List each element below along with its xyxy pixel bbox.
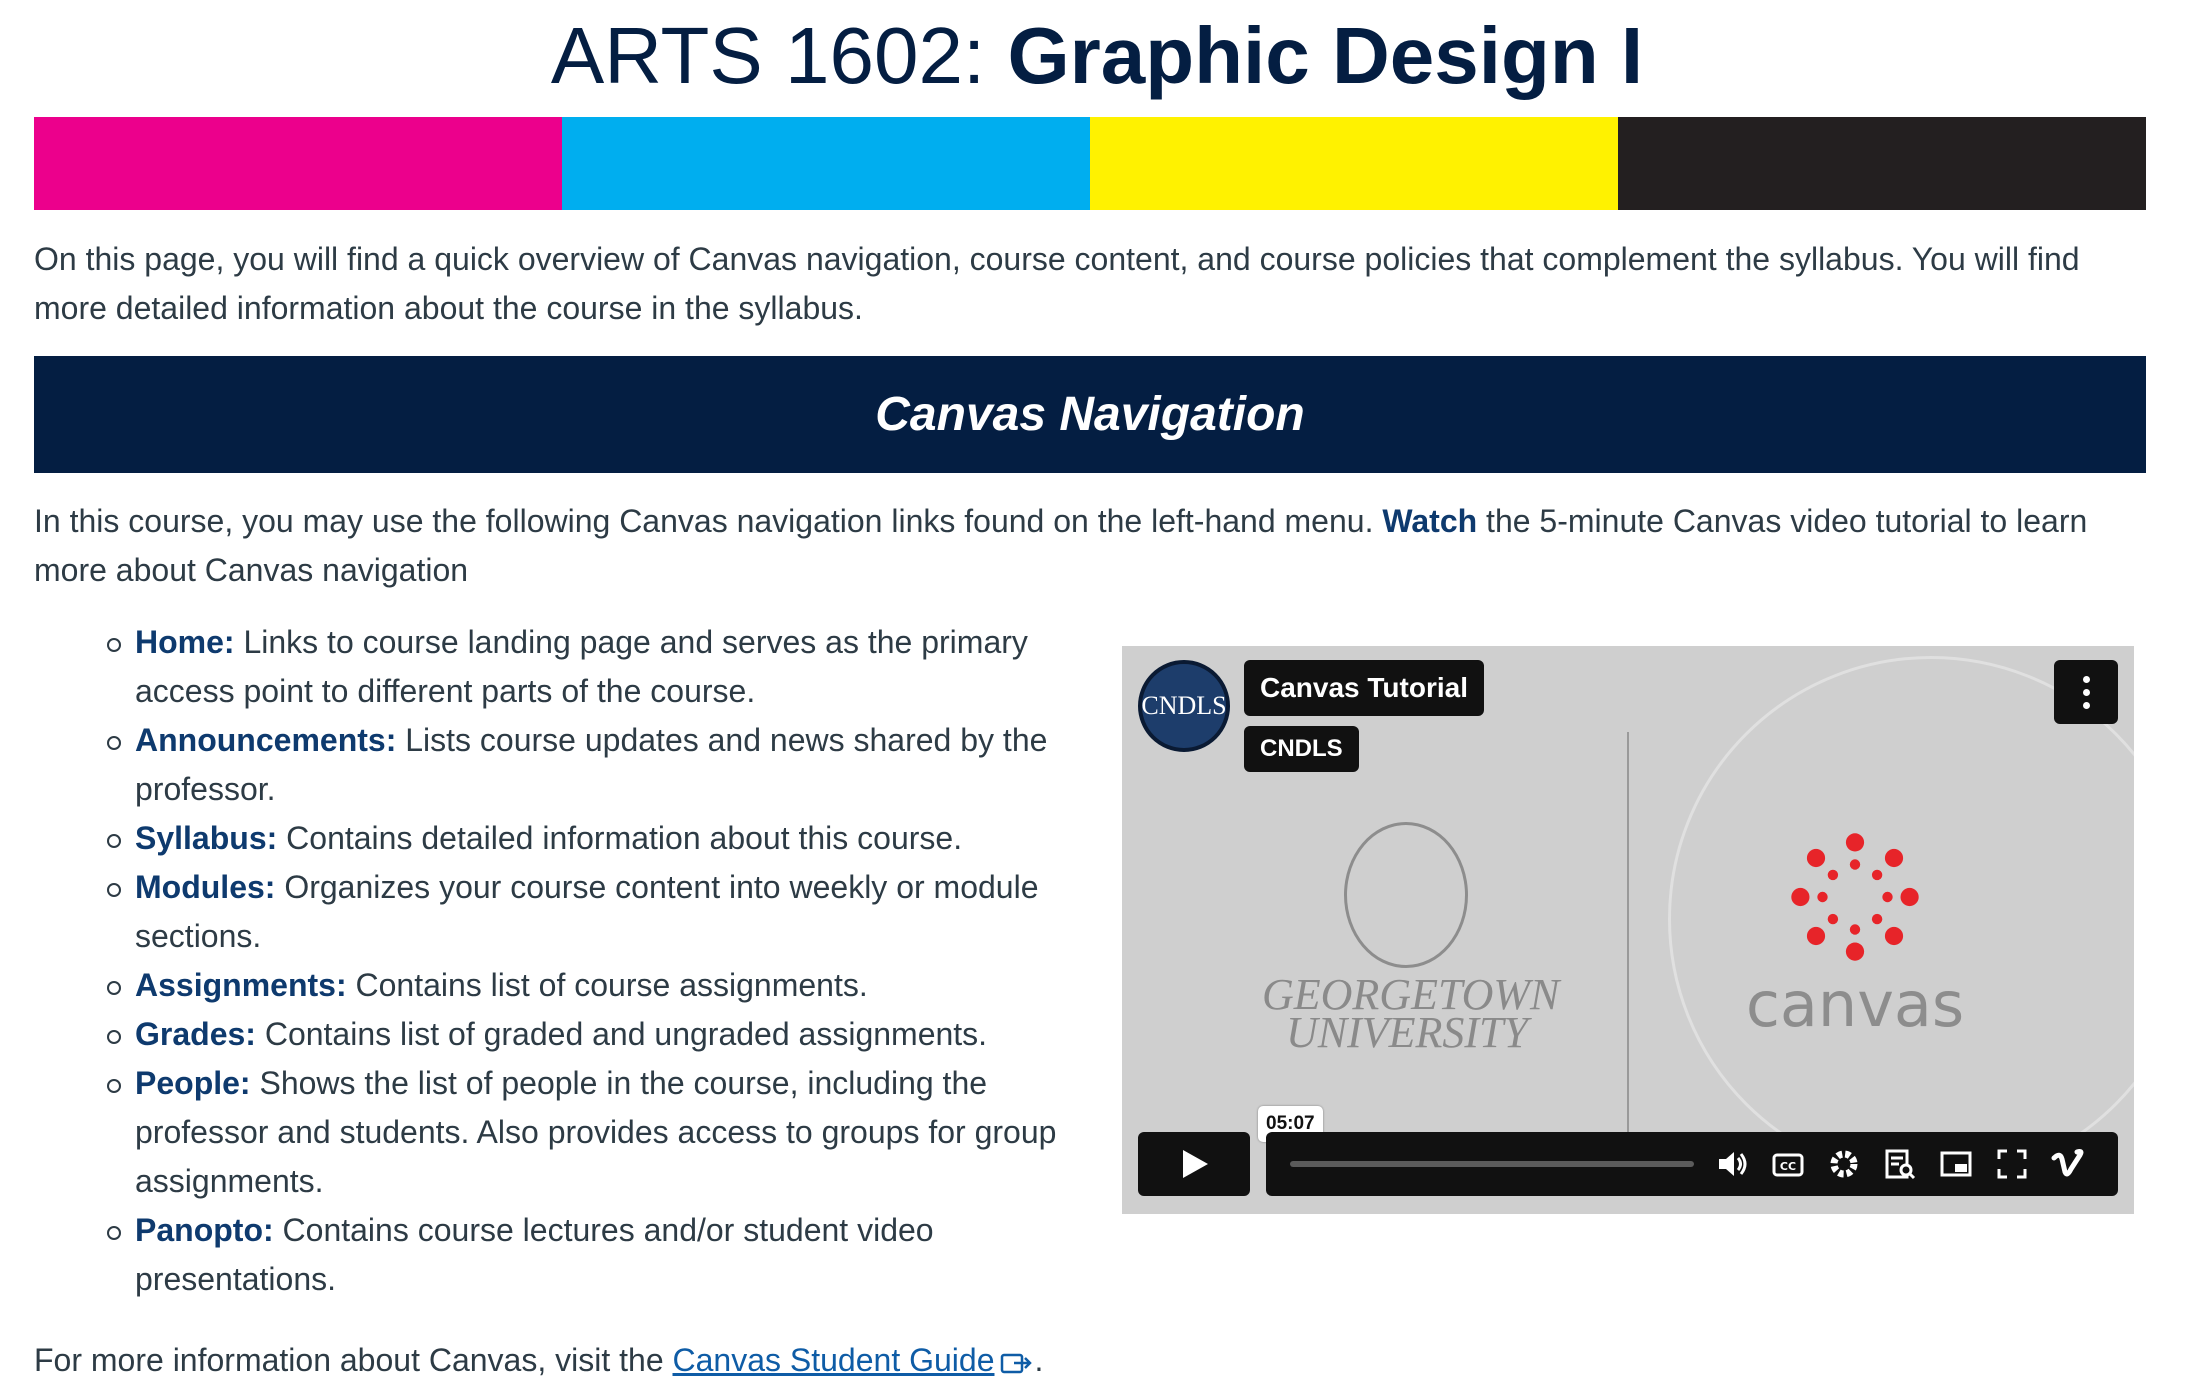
list-item: Home: Links to course landing page and s… [107, 618, 1075, 716]
canvas-student-guide-link[interactable]: Canvas Student Guide [673, 1342, 995, 1378]
color-block-cyan [562, 117, 1090, 210]
more-dot [2082, 701, 2090, 709]
list-item: Syllabus: Contains detailed information … [107, 814, 1075, 863]
list-item-term: Assignments: [135, 967, 347, 1003]
list-item-desc: Contains list of graded and ungraded ass… [255, 1016, 988, 1052]
canvas-logo-icon [1791, 833, 1919, 961]
list-item: Modules: Organizes your course content i… [107, 863, 1075, 961]
navigation-links-list: Home: Links to course landing page and s… [107, 618, 1075, 1304]
list-item-desc: Shows the list of people in the course, … [135, 1065, 1057, 1199]
list-item: Announcements: Lists course updates and … [107, 716, 1075, 814]
georgetown-wordmark: GEORGETOWN UNIVERSITY [1262, 973, 1559, 1057]
more-options-button[interactable] [2054, 660, 2118, 724]
list-item: Assignments: Contains list of course ass… [107, 961, 1075, 1010]
lead-text-before: In this course, you may use the followin… [34, 503, 1383, 539]
video-divider [1627, 732, 1629, 1132]
settings-icon[interactable] [1826, 1146, 1862, 1182]
title-prefix: ARTS 1602: [550, 11, 986, 100]
channel-avatar[interactable]: CNDLS [1138, 660, 1230, 752]
progress-bar[interactable] [1290, 1161, 1694, 1167]
title-course-name: Graphic Design I [1007, 11, 1644, 100]
footer-text-before: For more information about Canvas, visit… [34, 1342, 673, 1378]
list-item-term: Grades: [135, 1016, 256, 1052]
color-block-yellow [1090, 117, 1618, 210]
list-item-term: Syllabus: [135, 820, 278, 856]
color-block-magenta [34, 117, 562, 210]
cmyk-color-bar [34, 117, 2146, 210]
footer-text-after: . [1034, 1342, 1044, 1378]
list-item-desc: Links to course landing page and serves … [135, 624, 1028, 709]
gu-name-line2: UNIVERSITY [1286, 1008, 1528, 1057]
list-item-term: People: [135, 1065, 251, 1101]
captions-icon[interactable]: CC [1770, 1146, 1806, 1182]
pip-icon[interactable] [1938, 1146, 1974, 1182]
vimeo-icon[interactable] [2050, 1146, 2086, 1182]
video-player[interactable]: CNDLS Canvas Tutorial CNDLS GEORGETOWN UN… [1122, 646, 2134, 1214]
play-icon [1183, 1150, 1208, 1178]
list-item-term: Announcements: [135, 722, 397, 758]
transcript-icon[interactable] [1882, 1146, 1918, 1182]
video-title-chip[interactable]: Canvas Tutorial [1244, 660, 1484, 716]
list-item-term: Modules: [135, 869, 276, 905]
list-item: People: Shows the list of people in the … [107, 1059, 1075, 1206]
list-item-desc: Contains detailed information about this… [277, 820, 963, 856]
more-dot [2082, 675, 2090, 683]
volume-icon[interactable] [1714, 1146, 1750, 1182]
svg-text:CC: CC [1780, 1160, 1796, 1173]
list-item-desc: Contains list of course assignments. [346, 967, 868, 1003]
georgetown-seal-icon [1344, 822, 1468, 968]
section-heading: Canvas Navigation [875, 388, 1305, 441]
video-controls-bar: CC [1266, 1132, 2118, 1196]
list-item-term: Panopto: [135, 1212, 274, 1248]
canvas-wordmark: canvas [1745, 968, 1965, 1041]
more-dot [2082, 688, 2090, 696]
navigation-lead-paragraph: In this course, you may use the followin… [34, 497, 2146, 595]
list-item: Grades: Contains list of graded and ungr… [107, 1010, 1075, 1059]
fullscreen-icon[interactable] [1994, 1146, 2030, 1182]
page-title: ARTS 1602: Graphic Design I [0, 6, 2194, 106]
list-item: Panopto: Contains course lectures and/or… [107, 1206, 1075, 1304]
watch-link[interactable]: Watch [1382, 503, 1477, 539]
play-button[interactable] [1138, 1132, 1250, 1196]
footer-paragraph: For more information about Canvas, visit… [34, 1336, 2146, 1385]
color-block-black [1618, 117, 2146, 210]
external-link-icon [1001, 1353, 1033, 1373]
intro-paragraph: On this page, you will find a quick over… [34, 241, 2080, 326]
section-banner: Canvas Navigation [34, 356, 2146, 473]
list-item-term: Home: [135, 624, 235, 660]
video-owner-chip[interactable]: CNDLS [1244, 726, 1359, 772]
